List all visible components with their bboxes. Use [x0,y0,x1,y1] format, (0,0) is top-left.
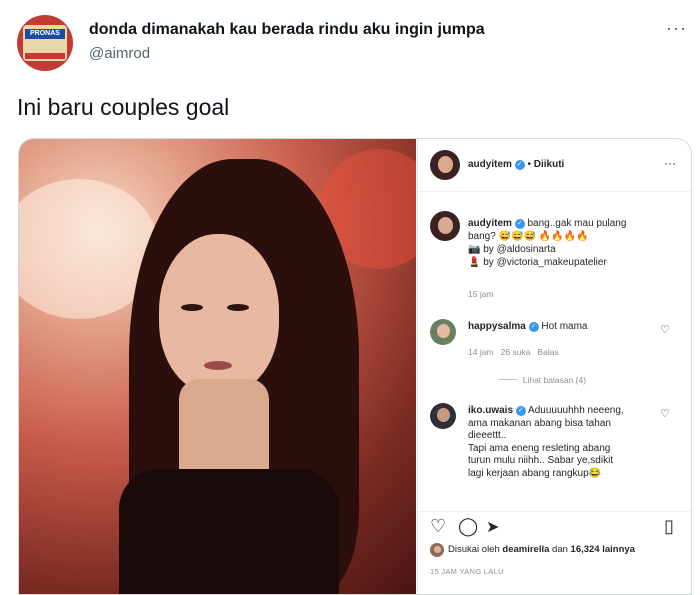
view-replies-line [498,379,518,380]
ig-caption-line2: bang? 😅😅😅 🔥🔥🔥🔥 [468,230,678,243]
ig-caption-text-2: bang? [468,231,496,242]
ig-action-bar: ♡ ◯ ➤ ▯ [418,511,691,542]
ig-post-timestamp: 15 JAM YANG LALU [430,567,504,576]
comment-like-heart-icon[interactable]: ♡ [660,323,670,336]
ig-comment-2-text-6: lagi kerjaan abang rangkup😂 [468,467,602,479]
ig-header-user: audyitem ✓ • Diikuti [468,159,564,170]
ig-caption-username[interactable]: audyitem [468,218,512,229]
ig-caption: audyitem ✓ bang..gak mau pulang bang? 😅😅… [468,217,678,269]
ig-caption-credit-2: 💄 by @victoria_makeupatelier [468,256,678,269]
ig-comment-2-username[interactable]: iko.uwais [468,405,513,416]
lipstick-icon: 💄 [468,257,481,268]
ig-caption-time: 15 jam [468,289,494,299]
ig-credit-makeup[interactable]: by @victoria_makeupatelier [483,257,607,268]
ig-comment-1-username[interactable]: happysalma [468,321,526,332]
ig-view-replies[interactable]: Lihat balasan (4) [498,375,586,385]
verified-icon: ✓ [514,219,525,229]
ig-comment-1-likes[interactable]: 26 suka [501,347,531,357]
verified-icon: ✓ [528,322,539,332]
ig-comment-2: iko.uwais ✓ Aduuuuuhhh neeeng, ama makan… [468,405,668,480]
ig-header-username[interactable]: audyitem [468,159,512,170]
photo-face [159,234,279,394]
tweet-text: Ini baru couples goal [17,94,230,120]
ig-avatar-ikouwais[interactable] [430,403,456,429]
ig-credit-photographer[interactable]: by @aldosinarta [483,244,555,255]
share-icon[interactable]: ➤ [486,517,499,537]
comment-icon[interactable]: ◯ [458,516,478,537]
ig-caption-line1: audyitem ✓ bang..gak mau pulang [468,217,678,230]
ig-comment-1-text: Hot mama [541,321,588,332]
ig-liked-prefix: Disukai oleh [448,544,500,555]
tweet-media[interactable]: audyitem ✓ • Diikuti ··· audyitem ✓ bang… [18,138,692,595]
ig-likes-summary: Disukai oleh deamirella dan 16,324 lainn… [448,544,635,555]
more-options-icon[interactable]: ··· [666,18,687,39]
ig-view-replies-label[interactable]: Lihat balasan (4) [523,375,586,385]
ig-caption-emojis: 😅😅😅 🔥🔥🔥🔥 [498,231,589,242]
ig-follow-status[interactable]: Diikuti [534,159,565,170]
ig-caption-credit-1: 📷 by @aldosinarta [468,243,678,256]
ig-liker-avatar[interactable] [430,543,444,557]
ig-comment-2-text-5: turun mulu niihh.. Sabar ye,sdikit [468,455,614,466]
avatar-brand-label: PRONAS [25,29,65,39]
avatar[interactable]: PRONAS [17,15,73,71]
ig-comment-1: happysalma ✓ Hot mama [468,321,588,332]
photo-lips [204,361,232,370]
ig-avatar-audyitem[interactable] [430,150,460,180]
ig-comment-2-text-4: Tapi ama eneng resleting abang [468,442,611,454]
ig-caption-text-1: bang..gak mau pulang [527,218,627,229]
camera-icon: 📷 [468,244,481,255]
ig-comment-2-text-3: dieeettt.. [468,430,507,441]
ig-avatar-caption[interactable] [430,211,460,241]
verified-icon: ✓ [515,406,526,416]
comment-like-heart-icon[interactable]: ♡ [660,407,670,420]
bookmark-icon[interactable]: ▯ [664,516,674,537]
ig-comment-2-line-1: iko.uwais ✓ Aduuuuuhhh neeeng, [468,405,668,418]
ig-comment-2-text-1: Aduuuuuhhh neeeng, [528,405,624,416]
verified-icon: ✓ [514,160,525,170]
user-handle[interactable]: @aimrod [89,45,150,62]
ig-header-separator: • [527,159,531,170]
ig-post-header: audyitem ✓ • Diikuti ··· [418,139,691,192]
ig-avatar-happysalma[interactable] [430,319,456,345]
photo-dress [119,469,339,594]
ig-liked-middle: dan [552,544,568,555]
display-name[interactable]: donda dimanakah kau berada rindu aku ing… [89,21,485,39]
ig-comment-2-text-2: ama makanan abang bisa tahan [468,417,611,429]
photo-eye-right [227,304,249,311]
ig-comment-1-meta: 14 jam 26 suka Balas [468,347,559,357]
photo-eye-left [181,304,203,311]
ig-more-icon[interactable]: ··· [664,156,676,170]
avatar-pack-band [25,53,65,59]
ig-liked-user[interactable]: deamirella [502,544,549,555]
ig-comment-1-time: 14 jam [468,347,494,357]
instagram-panel: audyitem ✓ • Diikuti ··· audyitem ✓ bang… [417,139,691,594]
heart-icon[interactable]: ♡ [430,516,446,537]
ig-comment-1-reply[interactable]: Balas [537,347,558,357]
ig-liked-count[interactable]: 16,324 lainnya [571,544,635,555]
instagram-photo [19,139,416,594]
